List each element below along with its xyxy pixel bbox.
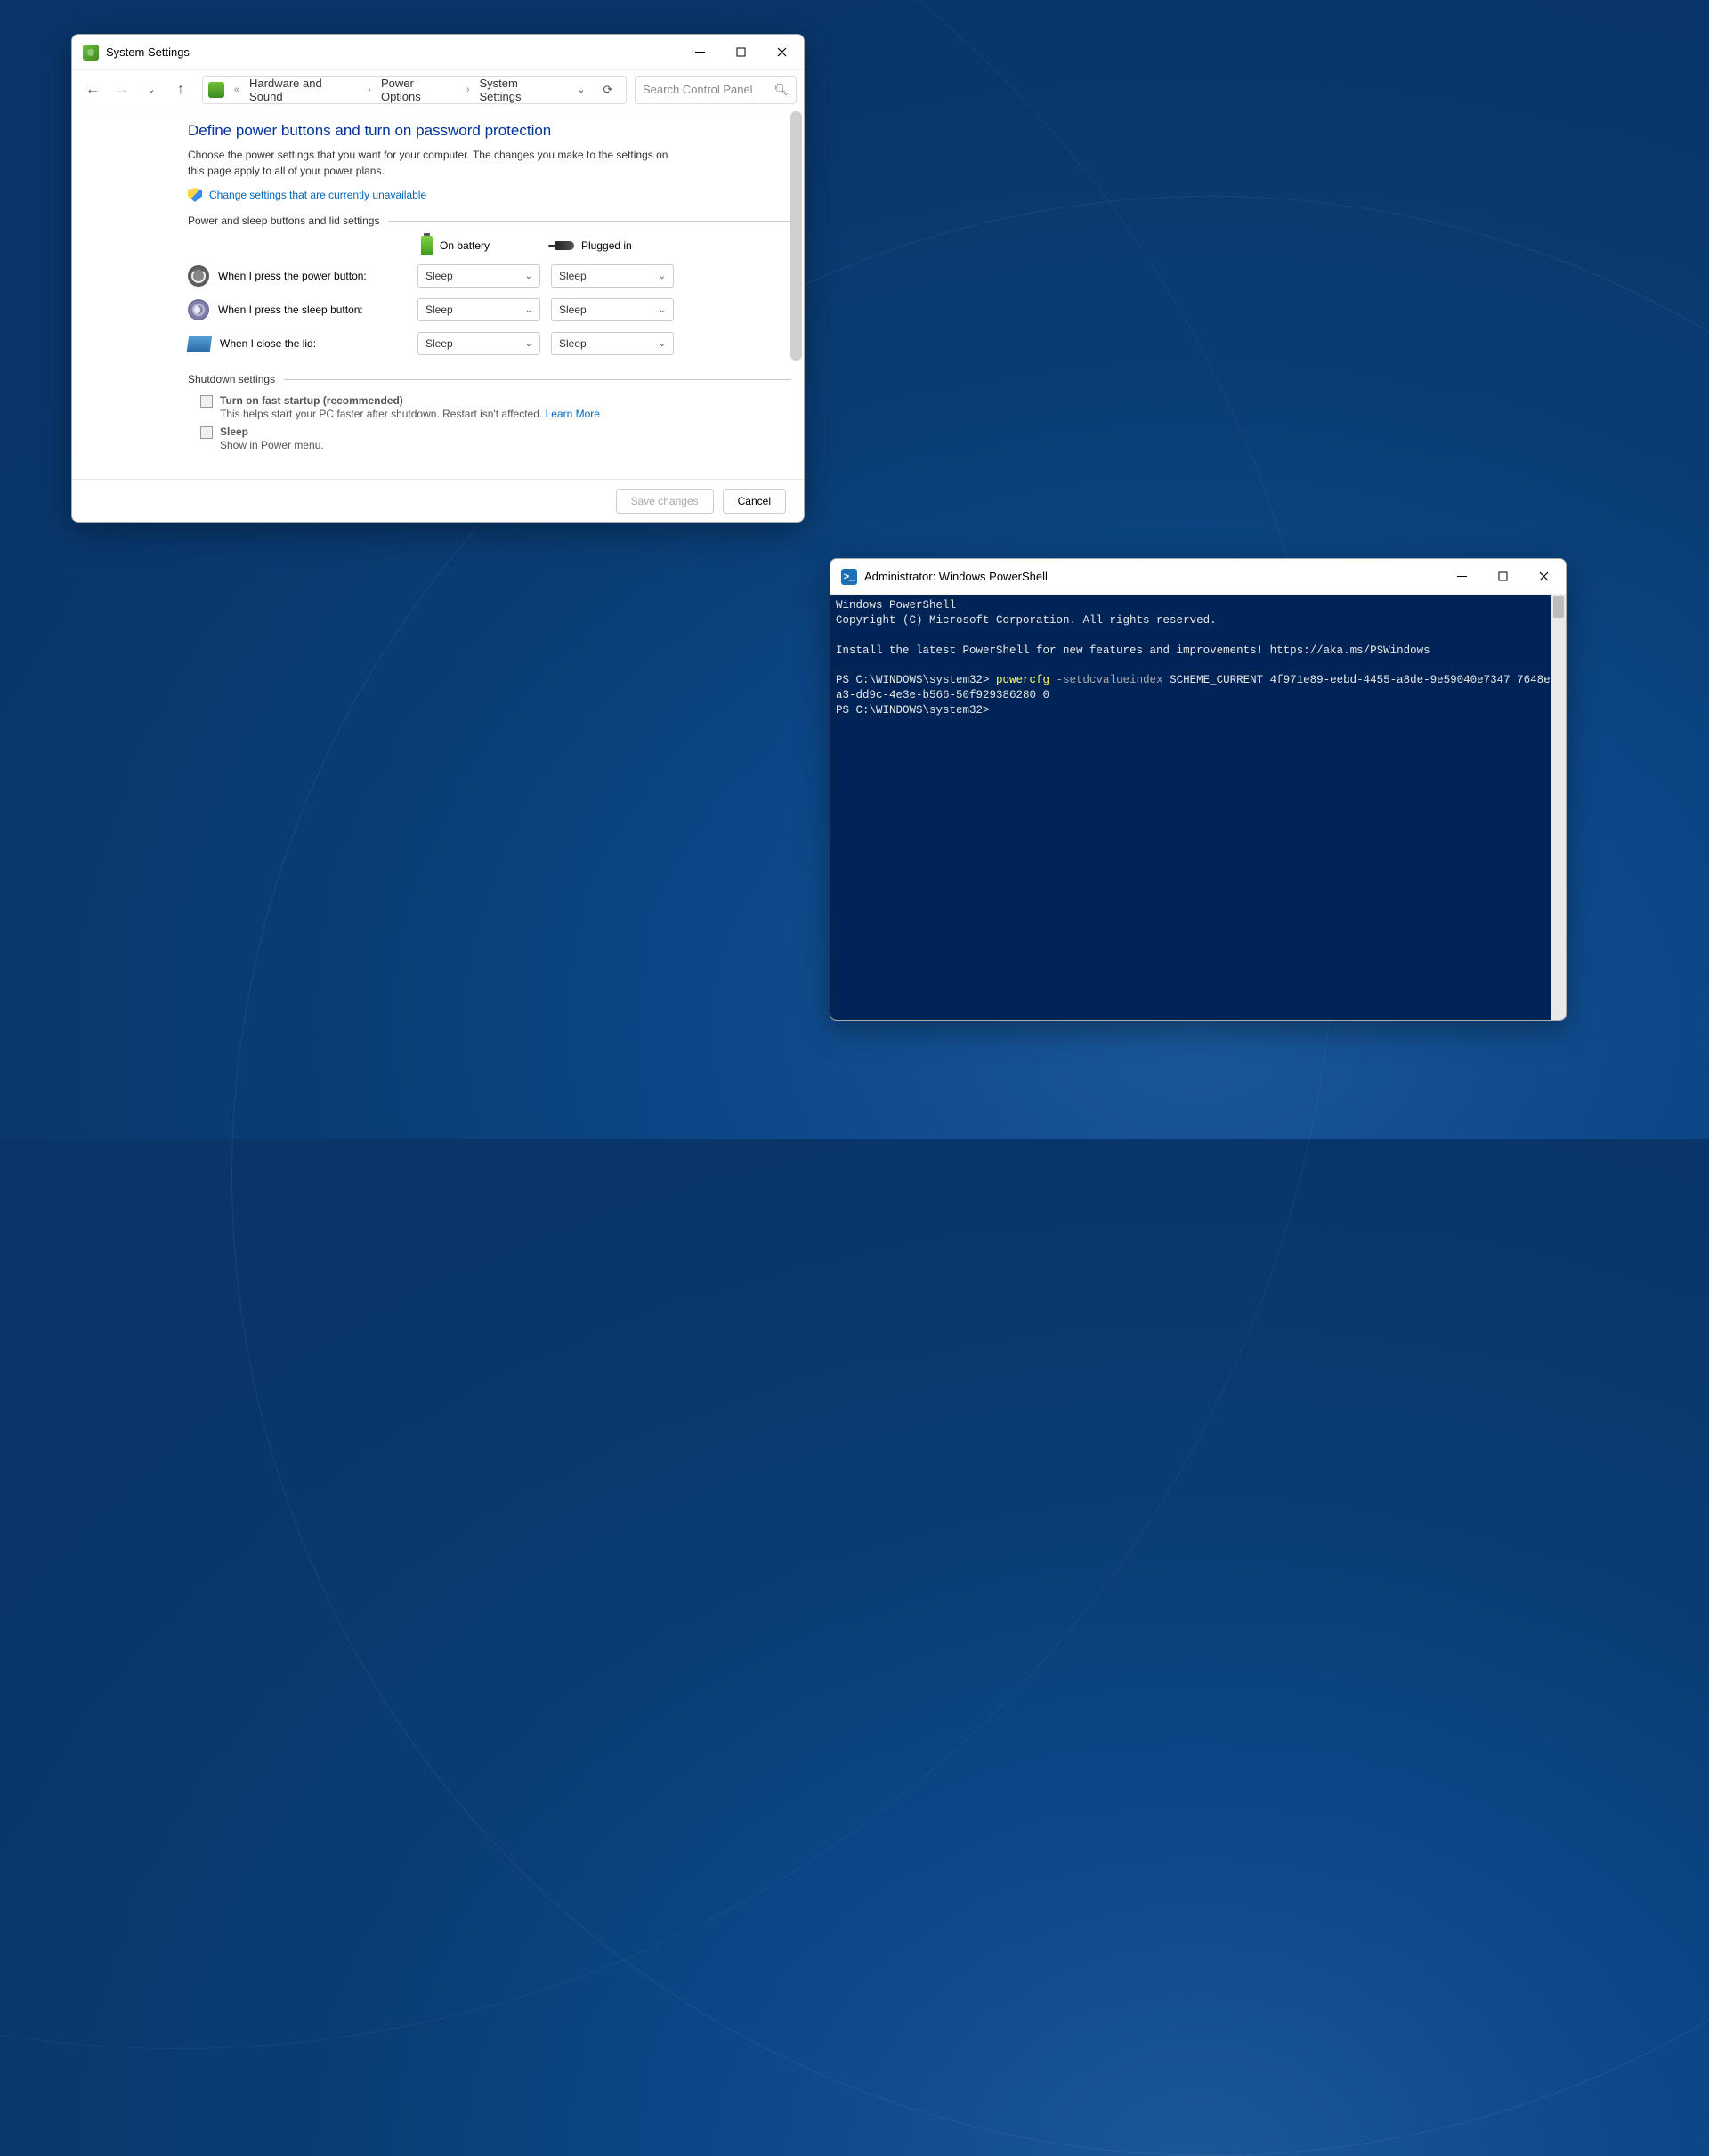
minimize-button[interactable] [679, 36, 720, 69]
maximize-button[interactable] [1482, 560, 1523, 594]
chevron-down-icon: ⌄ [525, 272, 532, 281]
terminal-line: Copyright (C) Microsoft Corporation. All… [836, 614, 1217, 627]
divider [284, 379, 791, 380]
window-title: Administrator: Windows PowerShell [864, 570, 1048, 583]
cancel-button[interactable]: Cancel [723, 489, 786, 514]
chevron-down-icon: ⌄ [659, 339, 666, 349]
forward-button[interactable]: → [109, 77, 135, 103]
titlebar[interactable]: >_ Administrator: Windows PowerShell [830, 559, 1566, 595]
refresh-button[interactable]: ⟳ [595, 77, 620, 102]
breadcrumb-item[interactable]: Hardware and Sound [246, 75, 361, 105]
power-button-plugged-select[interactable]: Sleep⌄ [551, 264, 674, 288]
close-button[interactable] [761, 36, 802, 69]
battery-icon [421, 236, 433, 255]
terminal-body[interactable]: Windows PowerShell Copyright (C) Microso… [830, 595, 1566, 1020]
terminal-line: Install the latest PowerShell for new fe… [836, 644, 1430, 657]
power-button-row: When I press the power button: Sleep⌄ Sl… [188, 264, 791, 288]
settings-icon [83, 45, 99, 61]
search-placeholder: Search Control Panel [643, 83, 753, 96]
search-icon: 🔍︎ [774, 83, 789, 97]
page-description: Choose the power settings that you want … [188, 147, 668, 179]
sleep-checkbox-row: Sleep Show in Power menu. [200, 426, 791, 451]
terminal-prompt: PS C:\WINDOWS\system32> [836, 704, 990, 717]
power-button-battery-select[interactable]: Sleep⌄ [417, 264, 540, 288]
lid-close-row: When I close the lid: Sleep⌄ Sleep⌄ [188, 332, 791, 355]
breadcrumb-sep: « [231, 85, 243, 95]
chevron-right-icon: › [463, 85, 474, 95]
change-unavailable-settings-link[interactable]: Change settings that are currently unava… [188, 188, 791, 202]
save-changes-button[interactable]: Save changes [616, 489, 714, 514]
terminal-line: Windows PowerShell [836, 599, 956, 612]
sleep-checkbox-hint: Show in Power menu. [220, 439, 324, 451]
footer-bar: Save changes Cancel [72, 479, 804, 522]
window-title: System Settings [106, 45, 190, 59]
chevron-down-icon: ⌄ [525, 305, 532, 315]
terminal-command: powercfg [996, 674, 1049, 686]
fast-startup-label: Turn on fast startup (recommended) [220, 394, 600, 407]
breadcrumb-dropdown-button[interactable]: ⌄ [569, 77, 594, 102]
content-area: Define power buttons and turn on passwor… [72, 109, 804, 479]
shield-link-text[interactable]: Change settings that are currently unava… [209, 189, 426, 201]
sleep-button-row: When I press the sleep button: Sleep⌄ Sl… [188, 298, 791, 321]
breadcrumb-bar[interactable]: « Hardware and Sound › Power Options › S… [202, 76, 627, 104]
close-button[interactable] [1523, 560, 1564, 594]
fast-startup-checkbox[interactable] [200, 395, 213, 408]
chevron-right-icon: › [364, 85, 375, 95]
breadcrumb-item[interactable]: Power Options [377, 75, 460, 105]
plug-icon [555, 241, 574, 250]
learn-more-link[interactable]: Learn More [546, 408, 600, 420]
navigation-toolbar: ← → ⌄ ↑ « Hardware and Sound › Power Opt… [72, 70, 804, 109]
uac-shield-icon [188, 188, 202, 202]
system-settings-window: System Settings ← → ⌄ ↑ « Hardware and S… [71, 34, 805, 523]
sleep-checkbox[interactable] [200, 426, 213, 439]
control-panel-icon [208, 82, 224, 98]
terminal-prompt: PS C:\WINDOWS\system32> [836, 674, 996, 686]
sleep-button-plugged-select[interactable]: Sleep⌄ [551, 298, 674, 321]
lid-icon [187, 336, 213, 352]
power-button-icon [188, 265, 209, 287]
titlebar[interactable]: System Settings [72, 35, 804, 70]
divider [388, 221, 791, 222]
chevron-down-icon: ⌄ [525, 339, 532, 349]
lid-battery-select[interactable]: Sleep⌄ [417, 332, 540, 355]
fast-startup-hint: This helps start your PC faster after sh… [220, 408, 600, 420]
maximize-button[interactable] [720, 36, 761, 69]
fast-startup-checkbox-row: Turn on fast startup (recommended) This … [200, 394, 791, 420]
column-headers: On battery Plugged in [188, 236, 791, 255]
sleep-checkbox-label: Sleep [220, 426, 324, 438]
up-button[interactable]: ↑ [167, 77, 194, 103]
search-input[interactable]: Search Control Panel 🔍︎ [635, 76, 797, 104]
vertical-scrollbar[interactable] [790, 111, 802, 361]
power-buttons-section-label: Power and sleep buttons and lid settings [188, 215, 791, 227]
sleep-button-icon [188, 299, 209, 320]
sleep-button-battery-select[interactable]: Sleep⌄ [417, 298, 540, 321]
minimize-button[interactable] [1441, 560, 1482, 594]
powershell-icon: >_ [841, 569, 857, 585]
page-heading: Define power buttons and turn on passwor… [188, 122, 791, 140]
powershell-window: >_ Administrator: Windows PowerShell Win… [830, 558, 1567, 1021]
recent-dropdown-button[interactable]: ⌄ [138, 77, 165, 103]
shutdown-section-label: Shutdown settings [188, 373, 791, 385]
lid-plugged-select[interactable]: Sleep⌄ [551, 332, 674, 355]
breadcrumb-item[interactable]: System Settings [476, 75, 566, 105]
terminal-flag: -setdcvalueindex [1049, 674, 1163, 686]
chevron-down-icon: ⌄ [659, 305, 666, 315]
chevron-down-icon: ⌄ [659, 272, 666, 281]
back-button[interactable]: ← [79, 77, 106, 103]
vertical-scrollbar[interactable] [1551, 595, 1566, 1020]
